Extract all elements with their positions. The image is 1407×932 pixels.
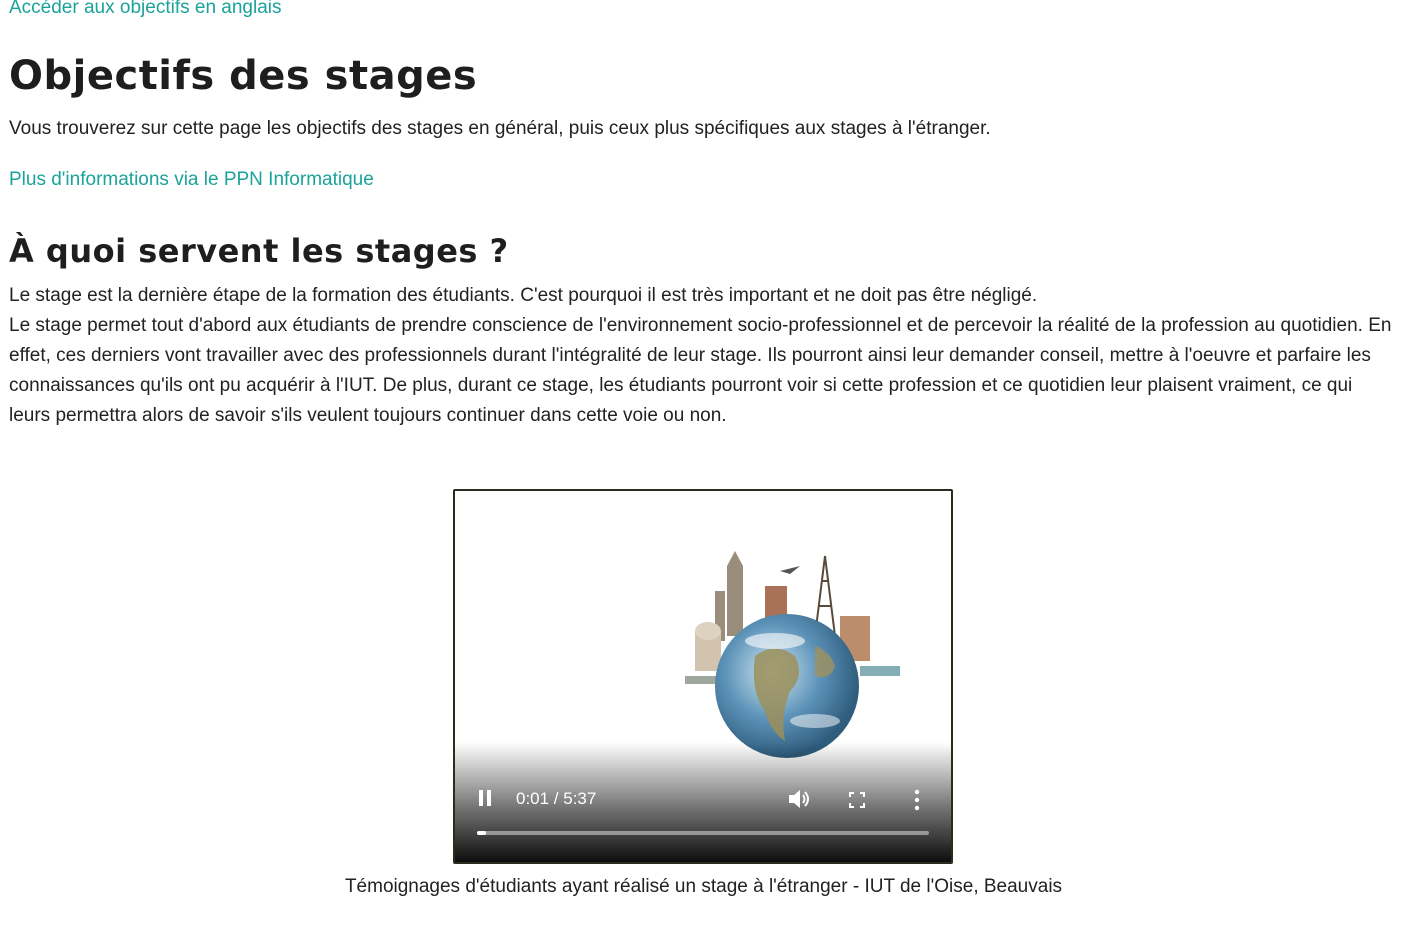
section-heading: À quoi servent les stages ? [9,232,509,270]
page-title: Objectifs des stages [9,53,478,99]
volume-icon[interactable] [787,788,811,810]
video-progress-fill [477,831,487,835]
section-paragraph-2: Le stage permet tout d'abord aux étudian… [9,315,1392,426]
section-body: Le stage est la dernière étape de la for… [9,281,1398,431]
ppn-informatique-link[interactable]: Plus d'informations via le PPN Informati… [9,167,1398,193]
section-paragraph-1: Le stage est la dernière étape de la for… [9,285,1038,306]
main-content: Accéder aux objectifs en anglais Objecti… [0,0,1407,431]
fullscreen-icon[interactable] [849,792,865,808]
pause-icon[interactable] [479,790,493,808]
video-player[interactable]: 0:01 / 5:37 [453,489,953,864]
intro-text: Vous trouverez sur cette page les object… [9,118,991,139]
english-objectives-link[interactable]: Accéder aux objectifs en anglais [9,0,1398,20]
video-progress-bar[interactable] [477,831,929,835]
more-options-icon[interactable] [914,789,920,811]
video-caption: Témoignages d'étudiants ayant réalisé un… [344,876,1063,897]
video-time: 0:01 / 5:37 [516,789,597,808]
